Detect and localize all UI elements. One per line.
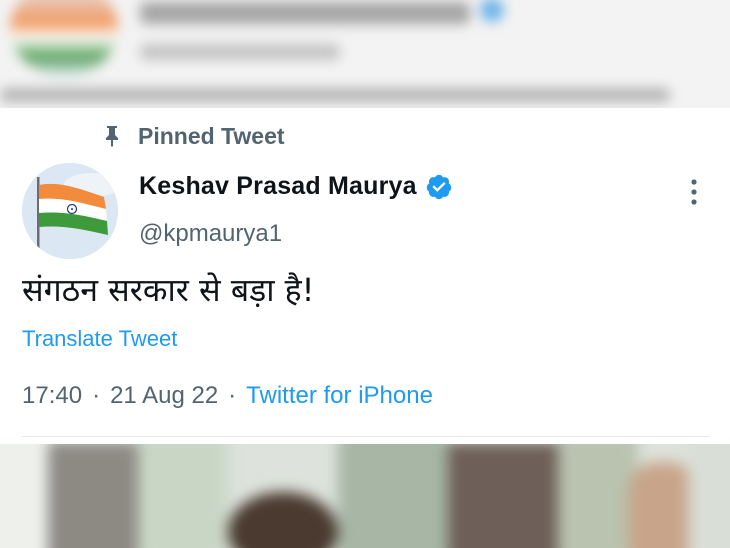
pinned-text: Pinned Tweet: [138, 122, 285, 149]
author-name[interactable]: Keshav Prasad Maurya: [139, 172, 417, 201]
tweet-time[interactable]: 17:40: [22, 382, 82, 410]
verified-badge-icon: [426, 174, 452, 199]
meta-separator: ·: [228, 382, 237, 409]
flag-avatar-image: [22, 163, 118, 259]
tweet-metadata: 17:40 · 21 Aug 22 · Twitter for iPhone: [22, 382, 433, 410]
tweet-source[interactable]: Twitter for iPhone: [246, 382, 433, 410]
blurred-avatar: [10, 0, 118, 76]
pinned-tweet-label: Pinned Tweet: [104, 120, 285, 152]
pin-icon: [106, 126, 118, 147]
more-options-icon[interactable]: [690, 178, 698, 206]
avatar[interactable]: [22, 163, 118, 259]
translate-tweet-link[interactable]: Translate Tweet: [22, 326, 177, 352]
author-handle[interactable]: @kpmaurya1: [139, 220, 282, 248]
divider: [22, 436, 710, 437]
meta-separator: ·: [92, 382, 101, 409]
author-name-row[interactable]: Keshav Prasad Maurya: [139, 172, 453, 201]
tweet-date[interactable]: 21 Aug 22: [110, 382, 218, 410]
blurred-image: [0, 444, 730, 548]
blurred-previous-tweet: [0, 0, 730, 108]
tweet-text: संगठन सरकार से बड़ा है!: [22, 271, 315, 309]
